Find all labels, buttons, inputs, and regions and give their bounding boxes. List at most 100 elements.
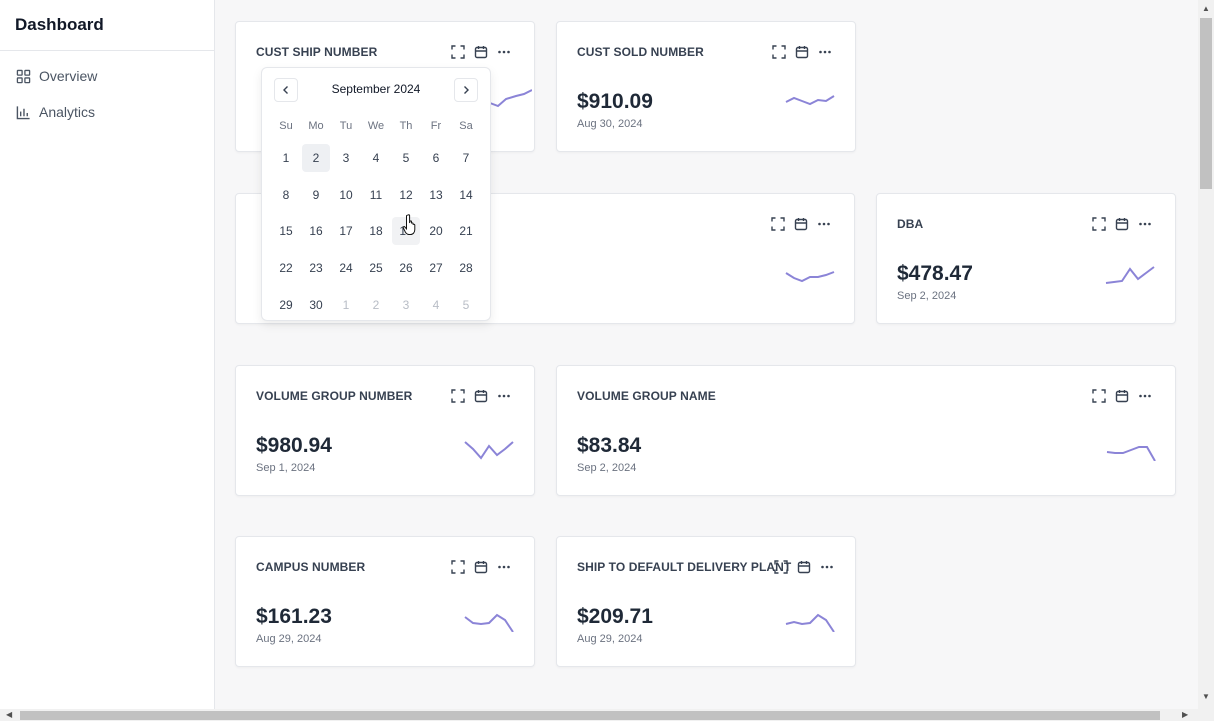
more-icon[interactable]: [813, 44, 836, 60]
more-icon[interactable]: [492, 44, 515, 60]
card-value: $209.71: [577, 605, 653, 628]
calendar-day[interactable]: 16: [301, 213, 331, 250]
calendar-day[interactable]: 17: [331, 213, 361, 250]
calendar-day[interactable]: 12: [391, 177, 421, 214]
calendar-day[interactable]: 15: [271, 213, 301, 250]
card-date: Aug 30, 2024: [577, 118, 643, 130]
calendar-day-label: 11: [369, 187, 383, 202]
expand-icon[interactable]: [1087, 216, 1110, 232]
calendar-icon[interactable]: [469, 44, 492, 60]
calendar-day[interactable]: 25: [361, 250, 391, 287]
scroll-left-icon[interactable]: ◀: [6, 710, 12, 720]
calendar-icon[interactable]: [469, 388, 492, 404]
more-icon[interactable]: [492, 388, 515, 404]
calendar-day-label: 3: [402, 297, 410, 312]
vertical-scrollbar-thumb[interactable]: [1200, 18, 1212, 189]
calendar-icon[interactable]: [792, 559, 815, 575]
calendar-day[interactable]: 10: [331, 177, 361, 214]
calendar-icon[interactable]: [789, 216, 812, 232]
card-title: CUST SOLD NUMBER: [577, 45, 704, 59]
calendar-day[interactable]: 28: [451, 250, 481, 287]
calendar-day[interactable]: 30: [301, 286, 331, 323]
calendar-day[interactable]: 6: [421, 140, 451, 177]
sidebar-item-analytics[interactable]: Analytics: [16, 101, 214, 123]
expand-icon[interactable]: [767, 44, 790, 60]
calendar-day[interactable]: 24: [331, 250, 361, 287]
horizontal-scrollbar[interactable]: ◀ ▶: [0, 709, 1214, 721]
more-icon[interactable]: [492, 559, 515, 575]
calendar-day[interactable]: 2: [361, 286, 391, 323]
calendar-day-label: 25: [369, 261, 383, 276]
calendar-day[interactable]: 13: [421, 177, 451, 214]
calendar-icon[interactable]: [790, 44, 813, 60]
weekday-header: Sa: [459, 120, 473, 132]
more-icon[interactable]: [1133, 216, 1156, 232]
card-date: Sep 1, 2024: [256, 462, 316, 474]
calendar-day[interactable]: 4: [421, 286, 451, 323]
calendar-day[interactable]: 9: [301, 177, 331, 214]
calendar-day[interactable]: 3: [391, 286, 421, 323]
weekday-header: Th: [399, 120, 413, 132]
calendar-day[interactable]: 29: [271, 286, 301, 323]
calendar-day[interactable]: 20: [421, 213, 451, 250]
vertical-scrollbar[interactable]: ▲ ▼: [1198, 0, 1214, 709]
horizontal-scrollbar-thumb[interactable]: [20, 711, 1160, 720]
scroll-down-icon[interactable]: ▼: [1202, 692, 1210, 702]
card-actions: [446, 44, 515, 60]
more-icon[interactable]: [812, 216, 835, 232]
calendar-day[interactable]: 11: [361, 177, 391, 214]
calendar-day[interactable]: 8: [271, 177, 301, 214]
scroll-right-icon[interactable]: ▶: [1182, 710, 1188, 720]
scroll-up-icon[interactable]: ▲: [1202, 4, 1210, 14]
more-icon[interactable]: [1133, 388, 1156, 404]
calendar-day-label: 20: [429, 224, 443, 239]
more-icon[interactable]: [815, 559, 838, 575]
expand-icon[interactable]: [1087, 388, 1110, 404]
next-month-button[interactable]: [454, 78, 478, 102]
calendar-day[interactable]: 14: [451, 177, 481, 214]
card-actions: [766, 216, 835, 232]
calendar-day-label: 3: [342, 151, 350, 166]
sparkline: [1106, 446, 1156, 461]
calendar-day[interactable]: 18: [361, 213, 391, 250]
calendar-day-label: 13: [429, 187, 443, 202]
calendar-day-label: 7: [462, 151, 470, 166]
expand-icon[interactable]: [446, 559, 469, 575]
expand-icon[interactable]: [766, 216, 789, 232]
calendar-day-label: 2: [302, 144, 330, 173]
calendar-day[interactable]: 21: [451, 213, 481, 250]
metric-card-volume-group-number: VOLUME GROUP NUMBER $980.94 Sep 1, 2024: [235, 365, 535, 496]
calendar-day[interactable]: 2: [301, 140, 331, 177]
expand-icon[interactable]: [769, 559, 792, 575]
calendar-icon[interactable]: [469, 559, 492, 575]
calendar-day-label: 14: [459, 187, 473, 202]
calendar-day[interactable]: 4: [361, 140, 391, 177]
calendar-day[interactable]: 23: [301, 250, 331, 287]
card-actions: [1087, 216, 1156, 232]
calendar-day[interactable]: 7: [451, 140, 481, 177]
calendar-icon[interactable]: [1110, 388, 1133, 404]
expand-icon[interactable]: [446, 388, 469, 404]
calendar-day[interactable]: 1: [271, 140, 301, 177]
calendar-day[interactable]: 22: [271, 250, 301, 287]
calendar-day[interactable]: 3: [331, 140, 361, 177]
expand-icon[interactable]: [446, 44, 469, 60]
calendar-day-label: 23: [309, 261, 323, 276]
calendar-day-label: 5: [402, 151, 410, 166]
calendar-day[interactable]: 5: [451, 286, 481, 323]
card-title: VOLUME GROUP NAME: [577, 389, 716, 403]
grid-icon: [16, 69, 31, 83]
weekday-header: Tu: [339, 120, 353, 132]
calendar-day-label: 12: [399, 187, 413, 202]
calendar-day[interactable]: 27: [421, 250, 451, 287]
calendar-day-label: 10: [339, 187, 353, 202]
metric-card-ship-to-default-delivery-plant: SHIP TO DEFAULT DELIVERY PLANT $209.71 A…: [556, 536, 856, 667]
weekday-header: Su: [279, 120, 293, 132]
calendar-icon[interactable]: [1110, 216, 1133, 232]
sparkline: [785, 95, 835, 106]
sidebar-item-overview[interactable]: Overview: [16, 65, 214, 87]
calendar-day[interactable]: 5: [391, 140, 421, 177]
calendar-day-label: 1: [342, 297, 350, 312]
calendar-day[interactable]: 26: [391, 250, 421, 287]
calendar-day[interactable]: 1: [331, 286, 361, 323]
